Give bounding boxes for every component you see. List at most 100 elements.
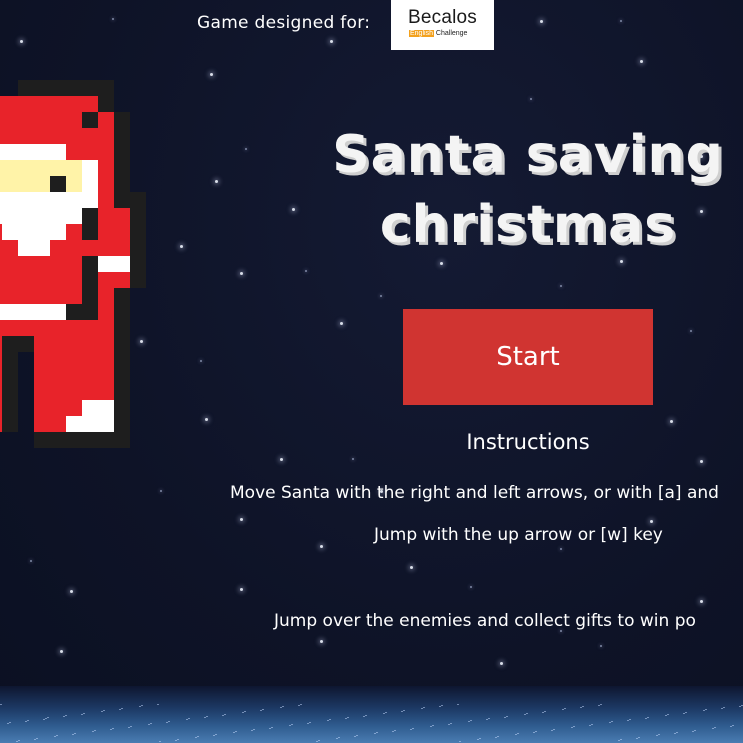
santa-pixel	[98, 400, 114, 416]
ground-texture-speck	[188, 718, 190, 719]
santa-pixel	[114, 416, 130, 432]
santa-pixel	[98, 96, 114, 112]
star	[620, 20, 622, 22]
instructions-title: Instructions	[466, 430, 590, 454]
santa-pixel	[0, 320, 2, 336]
santa-pixel	[2, 400, 18, 416]
logo-sub-rest: Challenge	[435, 30, 468, 37]
ground-texture-speck	[486, 719, 488, 720]
santa-pixel	[98, 432, 114, 448]
ground-texture-speck	[338, 737, 340, 738]
ground-texture-speck	[495, 737, 497, 738]
ground-texture-speck	[542, 712, 544, 713]
star	[540, 20, 543, 23]
santa-pixel	[2, 288, 18, 304]
santa-pixel	[98, 256, 114, 272]
ground-texture-speck	[347, 717, 349, 718]
santa-pixel	[82, 288, 98, 304]
ground-texture-speck	[535, 731, 537, 732]
ground-texture-speck	[269, 728, 271, 729]
santa-pixel	[50, 256, 66, 272]
ground-texture-speck	[119, 709, 121, 710]
ground-texture-speck	[564, 708, 566, 709]
santa-pixel	[18, 208, 34, 224]
santa-pixel	[0, 160, 2, 176]
ground-texture-speck	[18, 740, 20, 741]
santa-pixel	[130, 192, 146, 208]
ground-texture-speck	[551, 730, 553, 731]
ground-texture-speck	[600, 704, 602, 705]
santa-pixel	[50, 224, 66, 240]
star	[380, 295, 382, 297]
ground-texture-speck	[609, 722, 611, 723]
santa-pixel	[34, 416, 50, 432]
logo-subtitle: English Challenge	[409, 30, 467, 37]
start-button[interactable]: Start	[403, 309, 653, 405]
santa-pixel	[2, 272, 18, 288]
santa-pixel	[98, 336, 114, 352]
santa-pixel	[18, 336, 34, 352]
ground-texture-speck	[723, 707, 725, 708]
santa-pixel	[34, 192, 50, 208]
santa-pixel	[2, 176, 18, 192]
santa-pixel	[82, 144, 98, 160]
ground-texture-speck	[394, 730, 396, 731]
ground-texture-speck	[732, 725, 734, 726]
santa-pixel	[50, 144, 66, 160]
santa-pixel	[34, 96, 50, 112]
santa-pixel	[18, 256, 34, 272]
santa-pixel	[0, 304, 2, 320]
becalos-logo[interactable]: Becalos English Challenge	[391, 0, 494, 50]
star	[330, 40, 333, 43]
santa-pixel	[82, 320, 98, 336]
santa-pixel	[2, 320, 18, 336]
santa-pixel	[82, 96, 98, 112]
santa-pixel	[0, 240, 2, 256]
santa-pixel	[50, 128, 66, 144]
santa-pixel	[114, 144, 130, 160]
ground-texture-speck	[36, 738, 38, 739]
ground-texture-speck	[423, 707, 425, 708]
star	[470, 586, 472, 588]
santa-pixel	[98, 288, 114, 304]
santa-pixel	[34, 400, 50, 416]
ground-texture-speck	[309, 722, 311, 723]
santa-pixel	[98, 384, 114, 400]
santa-pixel	[82, 432, 98, 448]
santa-pixel	[66, 144, 82, 160]
ground-texture-speck	[374, 733, 376, 734]
ground-texture-speck	[468, 721, 470, 722]
ground-texture-speck	[233, 732, 235, 733]
ground-texture-speck	[139, 706, 141, 707]
santa-pixel	[98, 160, 114, 176]
ground-texture-speck	[316, 741, 318, 742]
ground-texture-speck	[627, 720, 629, 721]
star	[240, 518, 243, 521]
star	[700, 600, 703, 603]
santa-pixel	[114, 432, 130, 448]
logo-sub-highlight: English	[409, 30, 434, 37]
santa-pixel	[2, 96, 18, 112]
ground-texture-speck	[300, 704, 302, 705]
santa-pixel	[34, 224, 50, 240]
santa-pixel	[66, 384, 82, 400]
santa-pixel	[66, 192, 82, 208]
santa-pixel	[130, 256, 146, 272]
ground-texture-speck	[739, 706, 741, 707]
santa-pixel	[50, 272, 66, 288]
santa-pixel	[34, 288, 50, 304]
ground-texture-speck	[580, 707, 582, 708]
star	[320, 640, 323, 643]
santa-pixel	[2, 224, 18, 240]
ground-texture-speck	[157, 704, 159, 705]
santa-pixel	[82, 368, 98, 384]
santa-pixel	[18, 192, 34, 208]
ground-texture-speck	[47, 717, 49, 718]
ground-texture-speck	[533, 732, 535, 733]
santa-pixel	[98, 416, 114, 432]
ground-texture-speck	[103, 710, 105, 711]
ground-texture-speck	[544, 711, 546, 712]
star	[650, 520, 653, 523]
star	[60, 650, 63, 653]
ground-texture-speck	[177, 739, 179, 740]
